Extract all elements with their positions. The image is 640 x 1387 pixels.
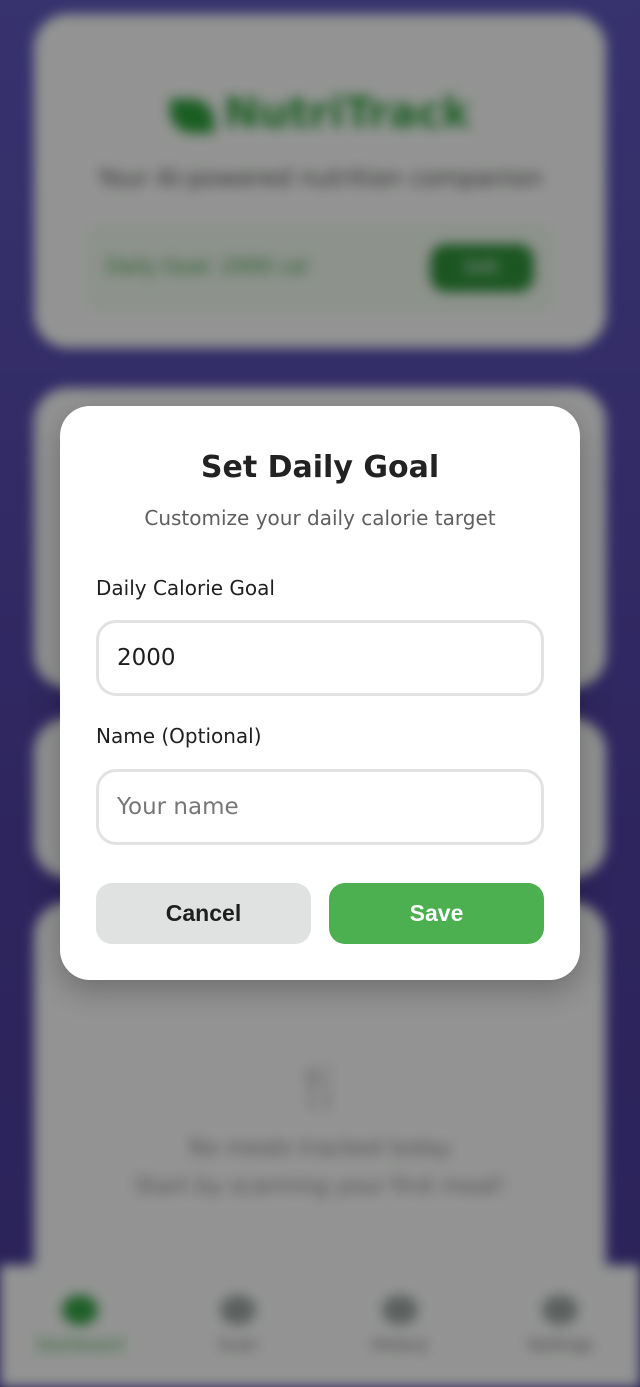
set-goal-dialog: Set Daily Goal Customize your daily calo… xyxy=(60,406,580,980)
name-input[interactable] xyxy=(96,769,544,845)
name-label: Name (Optional) xyxy=(96,724,262,748)
calorie-goal-label: Daily Calorie Goal xyxy=(96,576,275,600)
calorie-goal-input[interactable] xyxy=(96,620,544,696)
dialog-title: Set Daily Goal xyxy=(200,450,440,485)
cancel-button[interactable]: Cancel xyxy=(96,883,311,944)
save-button[interactable]: Save xyxy=(329,883,544,944)
dialog-subtitle: Customize your daily calorie target xyxy=(144,506,496,530)
